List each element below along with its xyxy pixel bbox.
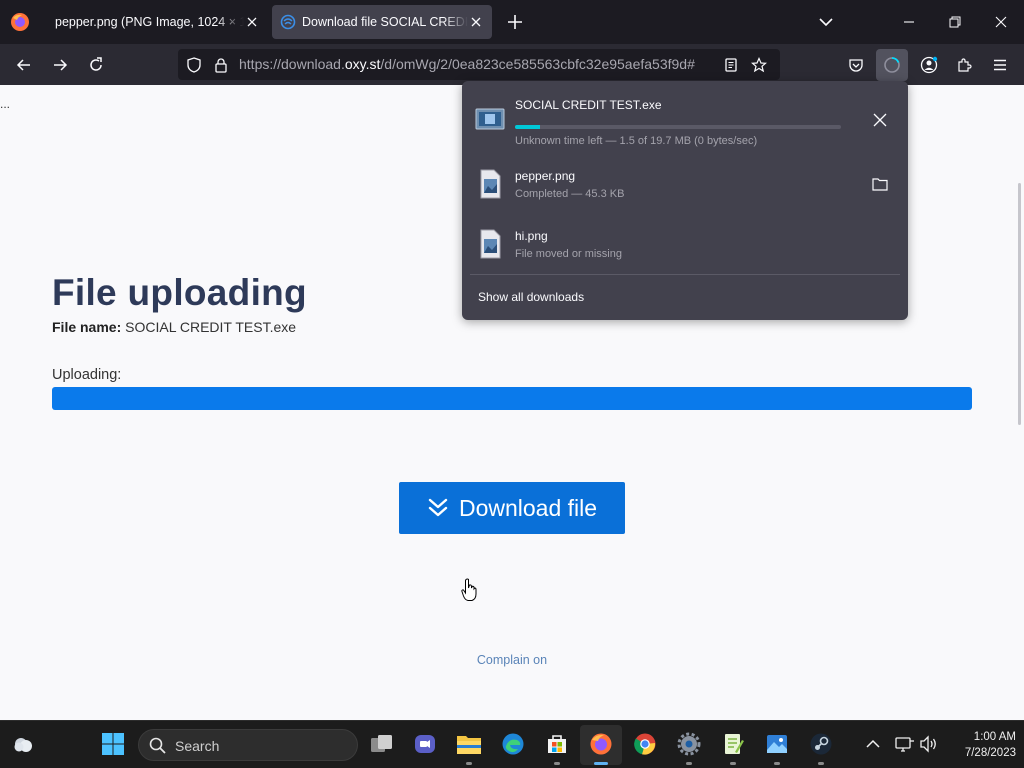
teams-chat-icon[interactable] (412, 731, 438, 757)
clock-date: 7/28/2023 (964, 747, 1016, 759)
taskbar-search-box[interactable]: Search (138, 729, 358, 761)
back-arrow-icon[interactable] (14, 55, 34, 75)
show-all-downloads-link[interactable]: Show all downloads (478, 290, 584, 304)
navigation-toolbar: https://download.oxy.st/d/omWg/2/0ea823c… (0, 44, 1024, 85)
edge-icon[interactable] (500, 731, 526, 757)
loading-ellipsis: ... (0, 97, 11, 111)
notepad-plus-plus-icon[interactable] (720, 731, 746, 757)
new-tab-icon[interactable] (506, 13, 524, 31)
close-window-icon[interactable] (991, 12, 1011, 32)
download-name: pepper.png (515, 169, 576, 183)
reload-icon[interactable] (86, 55, 106, 75)
uploading-label: Uploading: (52, 367, 122, 383)
close-tab-icon[interactable] (244, 14, 260, 30)
tab-bar: pepper.png (PNG Image, 1024 × 1024 pixel… (0, 0, 1024, 44)
image-file-icon (480, 169, 501, 199)
upload-progress-bar (52, 387, 972, 410)
tab-label: Download file SOCIAL CREDIT TEST.exe (302, 15, 468, 29)
download-name: hi.png (515, 229, 548, 243)
hand-cursor-icon (461, 578, 477, 601)
downloads-progress-icon (884, 57, 900, 73)
tab-download-file[interactable]: Download file SOCIAL CREDIT TEST.exe (272, 5, 492, 39)
search-placeholder: Search (175, 738, 220, 754)
firefox-view-icon[interactable] (10, 12, 30, 32)
reader-view-icon[interactable] (721, 55, 741, 75)
minimize-icon[interactable] (899, 12, 919, 32)
page-title: File uploading (52, 272, 307, 313)
download-file-button[interactable]: Download file (399, 482, 625, 534)
tab-pepper-png[interactable]: pepper.png (PNG Image, 1024 × 1024 pixel… (44, 5, 268, 39)
photos-icon[interactable] (764, 731, 790, 757)
account-icon[interactable] (919, 55, 939, 75)
file-name-value: SOCIAL CREDIT TEST.exe (125, 319, 297, 335)
steam-icon[interactable] (808, 731, 834, 757)
address-bar[interactable]: https://download.oxy.st/d/omWg/2/0ea823c… (178, 49, 780, 80)
weather-icon[interactable] (10, 731, 36, 757)
network-icon[interactable] (892, 731, 918, 757)
tab-label: pepper.png (PNG Image, 1024 × 1024 pixel… (55, 15, 244, 29)
oxy-favicon-icon (280, 14, 296, 30)
downloads-button[interactable] (876, 49, 908, 81)
running-indicator (554, 762, 560, 765)
forward-arrow-icon[interactable] (50, 55, 70, 75)
clock-time: 1:00 AM (973, 731, 1016, 743)
download-item-pepper[interactable]: pepper.png Completed — 45.3 KB (462, 154, 908, 214)
hamburger-menu-icon[interactable] (990, 55, 1010, 75)
windows-start-icon[interactable] (100, 731, 126, 757)
page-scrollbar[interactable] (1018, 183, 1021, 425)
download-item-exe[interactable]: SOCIAL CREDIT TEST.exe Unknown time left… (462, 89, 908, 149)
active-indicator (594, 762, 608, 765)
tracking-shield-icon[interactable] (184, 55, 204, 75)
lock-icon[interactable] (211, 55, 231, 75)
double-chevron-down-icon (428, 498, 448, 517)
download-status: Completed — 45.3 KB (515, 188, 625, 200)
running-indicator (818, 762, 824, 765)
download-name: SOCIAL CREDIT TEST.exe (515, 98, 662, 112)
show-hidden-icons-chevron-icon[interactable] (860, 731, 886, 757)
windows-taskbar: Search 1:00 AM 7/28/2023 (0, 720, 1024, 768)
open-folder-icon[interactable] (870, 174, 890, 194)
list-all-tabs-chevron-icon[interactable] (818, 15, 834, 29)
downloads-panel: SOCIAL CREDIT TEST.exe Unknown time left… (462, 81, 908, 320)
close-tab-icon[interactable] (468, 14, 484, 30)
file-explorer-icon[interactable] (456, 731, 482, 757)
download-progress-bar (515, 125, 841, 129)
url-text: https://download.oxy.st/d/omWg/2/0ea823c… (239, 56, 695, 72)
image-file-icon (480, 229, 501, 259)
cancel-download-icon[interactable] (870, 110, 890, 130)
extensions-puzzle-icon[interactable] (954, 55, 974, 75)
running-indicator (774, 762, 780, 765)
panel-divider (470, 274, 900, 275)
search-icon (149, 737, 166, 754)
chrome-icon[interactable] (632, 731, 658, 757)
running-indicator (730, 762, 736, 765)
task-view-icon[interactable] (369, 731, 395, 757)
restore-icon[interactable] (945, 12, 965, 32)
exe-file-icon (475, 108, 505, 130)
firefox-icon[interactable] (588, 731, 614, 757)
download-status: File moved or missing (515, 248, 622, 260)
file-name-row: File name: SOCIAL CREDIT TEST.exe (52, 319, 296, 335)
pocket-icon[interactable] (846, 55, 866, 75)
running-indicator (686, 762, 692, 765)
upload-progress-fill (52, 387, 972, 410)
system-clock[interactable]: 1:00 AM 7/28/2023 (944, 729, 1016, 761)
download-status: Unknown time left — 1.5 of 19.7 MB (0 by… (515, 135, 758, 147)
download-button-label: Download file (458, 494, 598, 521)
download-progress-fill (515, 125, 540, 129)
bookmark-star-icon[interactable] (749, 55, 769, 75)
microsoft-store-icon[interactable] (544, 731, 570, 757)
download-item-hi[interactable]: hi.png File moved or missing (462, 214, 908, 274)
file-name-label: File name: (52, 319, 122, 335)
running-indicator (466, 762, 472, 765)
settings-gear-icon[interactable] (676, 731, 702, 757)
complain-link[interactable]: Complain on (0, 653, 1024, 667)
volume-icon[interactable] (916, 731, 942, 757)
